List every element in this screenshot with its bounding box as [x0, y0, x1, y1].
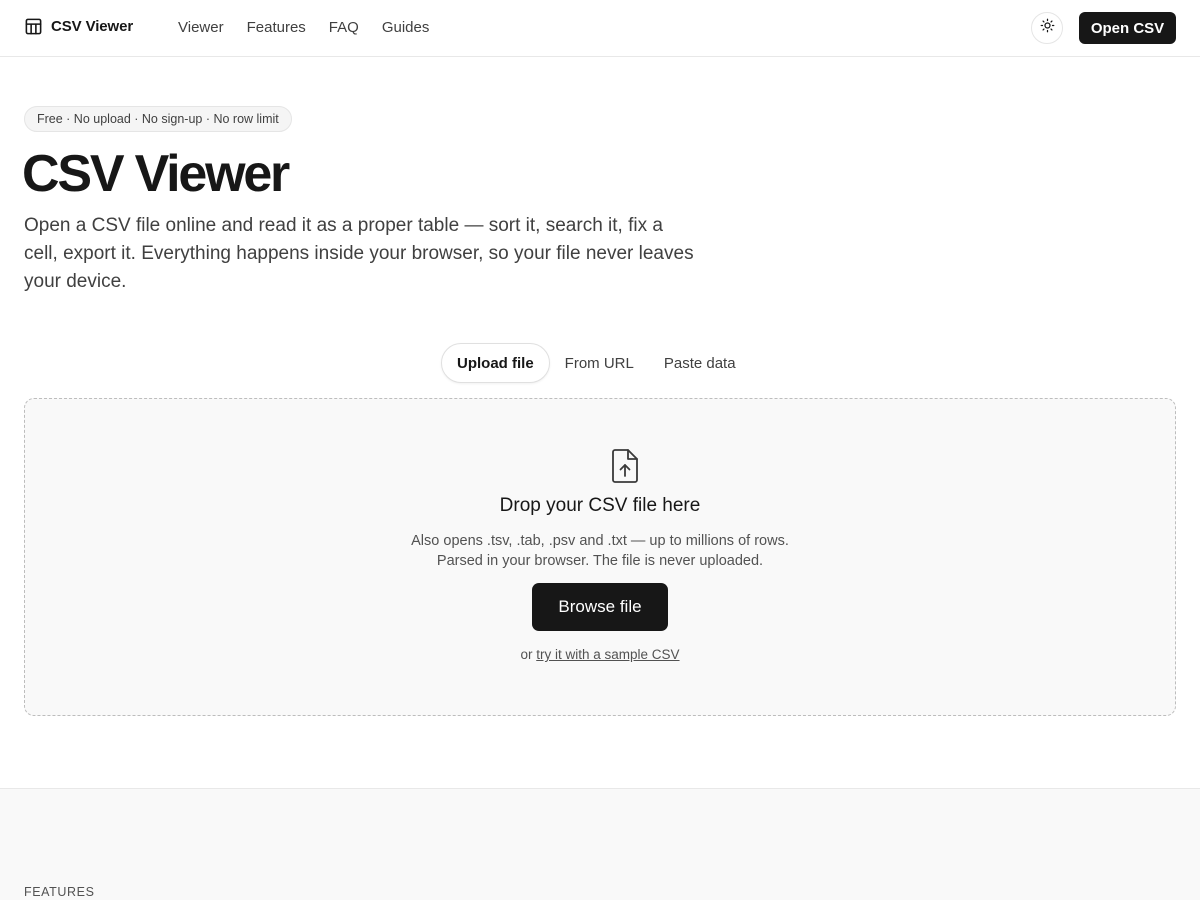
top-header: CSV Viewer Viewer Features FAQ Guides Op… — [0, 0, 1200, 57]
table-icon — [24, 17, 43, 36]
brand-logo-link[interactable]: CSV Viewer — [24, 17, 133, 36]
nav-item-faq[interactable]: FAQ — [329, 18, 359, 38]
drop-zone-title: Drop your CSV file here — [499, 495, 701, 516]
nav-item-guides[interactable]: Guides — [382, 18, 430, 38]
brand-name: CSV Viewer — [51, 18, 134, 35]
tab-upload-file[interactable]: Upload file — [441, 343, 550, 383]
sample-csv-row: or try it with a sample CSV — [25, 647, 1175, 662]
browse-file-button[interactable]: Browse file — [532, 583, 668, 631]
tab-from-url[interactable]: From URL — [550, 343, 649, 383]
or-text: or — [520, 647, 537, 662]
page-subtitle: Open a CSV file online and read it as a … — [24, 215, 694, 292]
drop-zone-description: Also opens .tsv, .tab, .psv and .txt — u… — [25, 531, 1175, 571]
features-section-label: FEATURES — [24, 885, 95, 899]
nav-item-features[interactable]: Features — [247, 18, 306, 38]
file-drop-zone[interactable]: Drop your CSV file here Also opens .tsv,… — [24, 398, 1176, 716]
drop-zone-description-line-2: Parsed in your browser. The file is neve… — [436, 553, 764, 569]
sample-csv-link[interactable]: try it with a sample CSV — [536, 647, 679, 662]
tab-paste-data[interactable]: Paste data — [649, 343, 751, 383]
theme-toggle-button[interactable] — [1031, 12, 1063, 44]
drop-zone-description-line-1: Also opens .tsv, .tab, .psv and .txt — u… — [411, 533, 789, 549]
feature-badge: Free · No upload · No sign-up · No row l… — [24, 106, 292, 132]
nav-item-viewer[interactable]: Viewer — [178, 18, 224, 38]
source-tabs: Upload file From URL Paste data — [441, 343, 751, 383]
file-upload-icon — [609, 448, 641, 489]
sun-icon — [1040, 18, 1055, 38]
open-csv-button[interactable]: Open CSV — [1079, 12, 1176, 44]
main-nav: Viewer Features FAQ Guides — [178, 18, 452, 38]
page-title: CSV Viewer — [22, 145, 290, 203]
features-section: FEATURES — [0, 788, 1200, 900]
